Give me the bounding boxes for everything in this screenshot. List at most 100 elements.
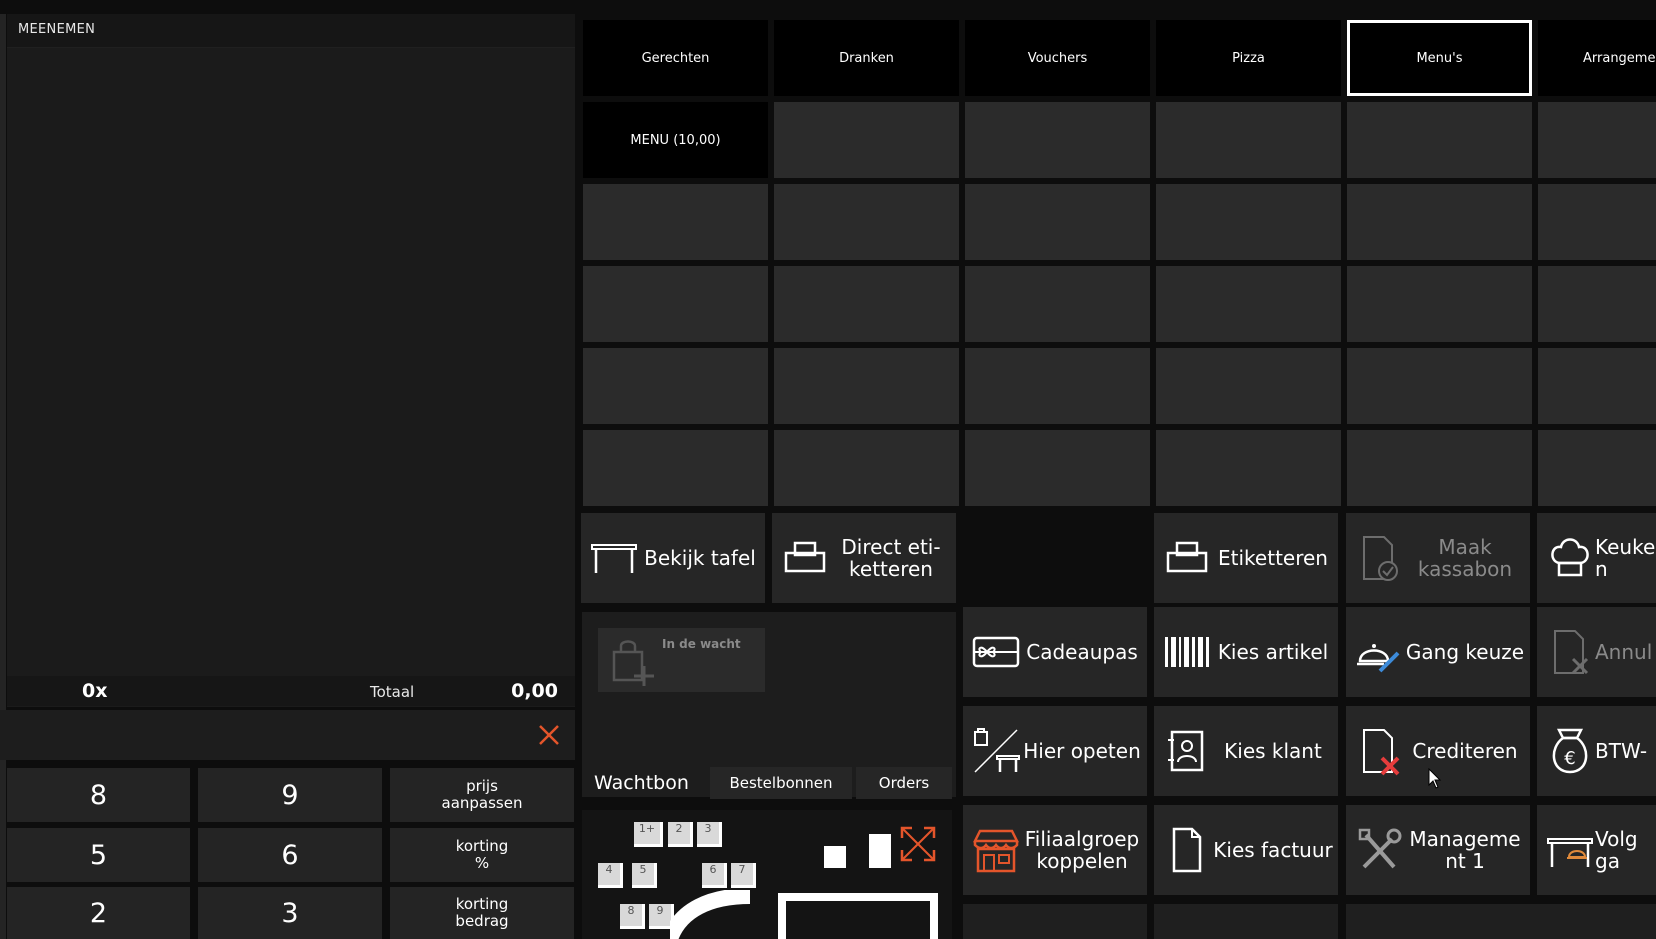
vat-button[interactable]: € BTW- bbox=[1537, 706, 1656, 796]
empty-product-slot bbox=[1538, 102, 1656, 178]
gift-card-button[interactable]: Cadeaupas bbox=[963, 607, 1147, 697]
tab-dranken[interactable]: Dranken bbox=[774, 20, 959, 96]
kitchen-label: Keuke n bbox=[1595, 535, 1656, 581]
expand-floor-plan-button[interactable] bbox=[898, 824, 938, 864]
keypad-3-button[interactable]: 3 bbox=[198, 887, 382, 939]
tab-gerechten[interactable]: Gerechten bbox=[583, 20, 768, 96]
course-choice-label: Gang keuze bbox=[1405, 640, 1525, 664]
empty-product-slot bbox=[1156, 348, 1341, 424]
table-chip[interactable]: 7 bbox=[731, 863, 756, 888]
empty-product-slot bbox=[774, 102, 959, 178]
eat-here-button[interactable]: Hier opeten bbox=[963, 706, 1147, 796]
choose-invoice-button[interactable]: Kies factuur bbox=[1154, 805, 1338, 895]
order-item-count: 0x bbox=[82, 680, 108, 702]
left-edge-bar bbox=[0, 14, 6, 939]
branch-group-label: Filiaalgroep koppelen bbox=[1024, 827, 1140, 873]
adjust-price-button[interactable]: prijs aanpassen bbox=[390, 768, 574, 822]
empty-product-slot bbox=[774, 430, 959, 506]
chef-hat-icon bbox=[1551, 538, 1589, 577]
empty-product-slot bbox=[1538, 348, 1656, 424]
empty-product-slot bbox=[1538, 430, 1656, 506]
choose-article-button[interactable]: Kies artikel bbox=[1154, 607, 1338, 697]
product-menu-button[interactable]: MENU (10,00) bbox=[583, 102, 768, 178]
receipt-cancel-icon bbox=[1554, 630, 1589, 675]
keypad-2-button[interactable]: 2 bbox=[7, 887, 190, 939]
on-hold-label: In de wacht bbox=[662, 637, 741, 651]
order-list[interactable] bbox=[7, 14, 575, 707]
receipt-check-icon bbox=[1363, 536, 1398, 581]
next-course-button[interactable]: Volg ga bbox=[1537, 805, 1656, 895]
keypad-8-button[interactable]: 8 bbox=[7, 768, 190, 822]
cancel-label: Annul bbox=[1595, 640, 1653, 664]
table-chip[interactable]: 6 bbox=[702, 863, 727, 888]
kitchen-button[interactable]: Keuke n bbox=[1537, 513, 1656, 603]
credit-label: Crediteren bbox=[1412, 739, 1518, 763]
cloche-edit-icon bbox=[1357, 644, 1400, 673]
empty-product-slot bbox=[965, 348, 1150, 424]
make-receipt-button[interactable]: Maak kassabon bbox=[1346, 513, 1530, 603]
empty-product-slot bbox=[1156, 102, 1341, 178]
empty-product-slot bbox=[1347, 102, 1532, 178]
table-chip[interactable]: 3 bbox=[697, 822, 722, 847]
empty-product-slot bbox=[1538, 266, 1656, 342]
keypad-6-button[interactable]: 6 bbox=[198, 828, 382, 882]
choose-article-label: Kies artikel bbox=[1217, 640, 1329, 664]
empty-product-slot bbox=[1347, 184, 1532, 260]
next-course-label: Volg ga bbox=[1595, 827, 1638, 873]
gift-card-icon bbox=[972, 636, 1020, 668]
table-chip[interactable]: 8 bbox=[620, 904, 645, 929]
discount-amount-button[interactable]: korting bedrag bbox=[390, 887, 574, 939]
empty-product-slot bbox=[965, 184, 1150, 260]
expand-icon bbox=[900, 826, 936, 862]
vat-label: BTW- bbox=[1595, 739, 1648, 763]
discount-percent-button[interactable]: korting % bbox=[390, 828, 574, 882]
cancel-button[interactable]: Annul bbox=[1537, 607, 1656, 697]
table-chip[interactable]: 5 bbox=[632, 863, 657, 888]
course-choice-button[interactable]: Gang keuze bbox=[1346, 607, 1530, 697]
gift-card-label: Cadeaupas bbox=[1026, 640, 1138, 664]
labels-button[interactable]: Etiketteren bbox=[1154, 513, 1338, 603]
empty-product-slot bbox=[1538, 184, 1656, 260]
empty-product-slot bbox=[774, 184, 959, 260]
tab-arrangementen[interactable]: Arrangemen bbox=[1538, 20, 1656, 96]
total-amount: 0,00 bbox=[511, 680, 558, 702]
tab-pizza[interactable]: Pizza bbox=[1156, 20, 1341, 96]
choose-customer-label: Kies klant bbox=[1224, 739, 1322, 763]
direct-label-button[interactable]: Direct eti- ketteren bbox=[772, 513, 956, 603]
more-action-button[interactable] bbox=[963, 904, 1147, 939]
keypad-9-button[interactable]: 9 bbox=[198, 768, 382, 822]
table-chip[interactable]: 2 bbox=[668, 822, 693, 847]
empty-product-slot bbox=[965, 430, 1150, 506]
floor-object bbox=[824, 846, 846, 868]
more-action-button[interactable] bbox=[1154, 904, 1338, 939]
floor-object bbox=[778, 893, 938, 939]
order-type-title: MEENEMEN bbox=[18, 22, 96, 37]
view-table-label: Bekijk tafel bbox=[644, 546, 756, 570]
table-chip[interactable]: 1+ bbox=[634, 822, 663, 847]
keypad-5-button[interactable]: 5 bbox=[7, 828, 190, 882]
empty-product-slot bbox=[774, 348, 959, 424]
management-button[interactable]: Manageme nt 1 bbox=[1346, 805, 1530, 895]
eat-here-label: Hier opeten bbox=[1023, 739, 1141, 763]
choose-customer-button[interactable]: Kies klant bbox=[1154, 706, 1338, 796]
view-table-button[interactable]: Bekijk tafel bbox=[581, 513, 765, 603]
tab-vouchers[interactable]: Vouchers bbox=[965, 20, 1150, 96]
tab-bestelbonnen[interactable]: Bestelbonnen bbox=[710, 767, 852, 799]
floor-curve-shape bbox=[670, 890, 751, 939]
bag-add-icon bbox=[612, 640, 654, 686]
more-action-button[interactable] bbox=[1346, 904, 1656, 939]
empty-product-slot bbox=[1347, 430, 1532, 506]
labels-label: Etiketteren bbox=[1218, 546, 1328, 570]
clear-input-button[interactable] bbox=[536, 722, 562, 748]
branch-group-button[interactable]: Filiaalgroep koppelen bbox=[963, 805, 1147, 895]
empty-product-slot bbox=[774, 266, 959, 342]
make-receipt-label: Maak kassabon bbox=[1417, 535, 1513, 581]
tab-wachtbon[interactable]: Wachtbon bbox=[594, 772, 689, 794]
keypad-input-field[interactable] bbox=[0, 710, 575, 760]
empty-product-slot bbox=[583, 184, 768, 260]
tab-menus[interactable]: Menu's bbox=[1347, 20, 1532, 96]
tab-orders[interactable]: Orders bbox=[856, 767, 952, 799]
table-chip[interactable]: 4 bbox=[598, 863, 623, 888]
dine-in-icon bbox=[974, 728, 1020, 773]
choose-invoice-label: Kies factuur bbox=[1213, 838, 1333, 862]
